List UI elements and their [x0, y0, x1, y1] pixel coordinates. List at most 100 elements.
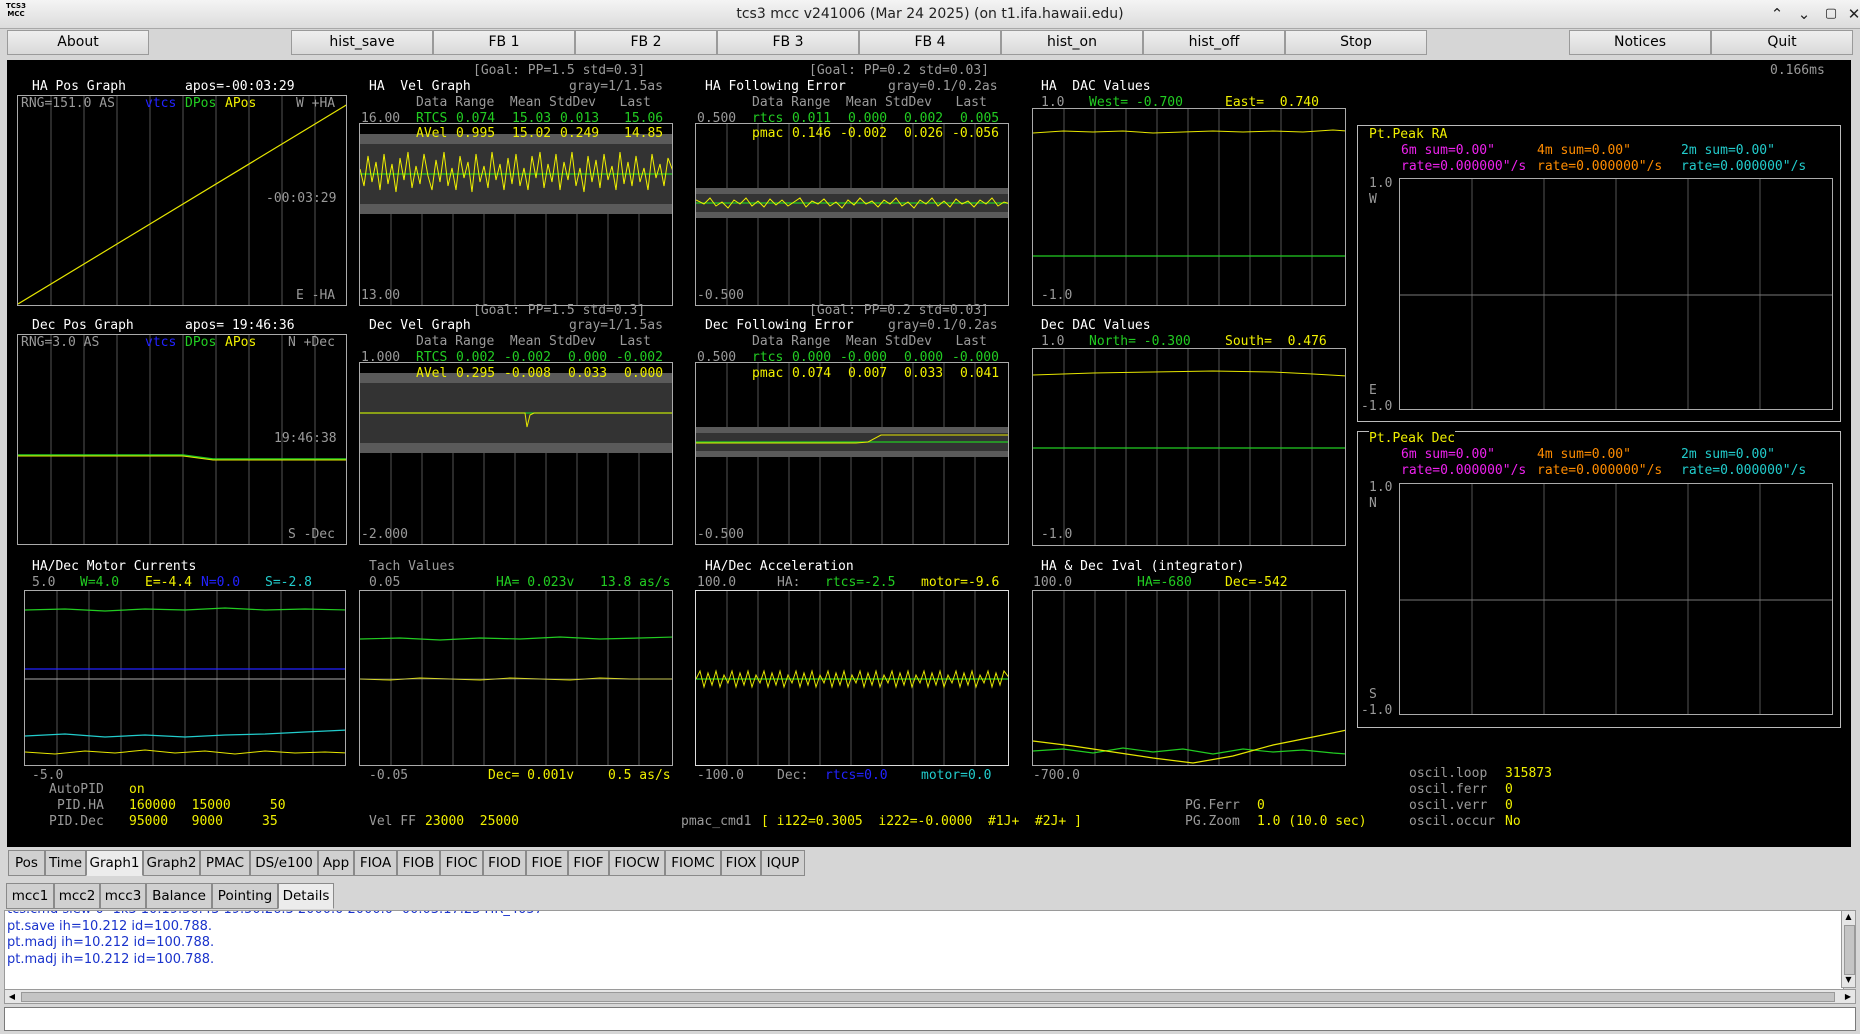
tab-fiox[interactable]: FIOX	[721, 850, 761, 876]
tab-fiof[interactable]: FIOF	[568, 850, 609, 876]
peak-ra-ymin: -1.0	[1361, 399, 1393, 414]
motor-w: W=4.0	[80, 575, 120, 590]
dec-ferr-header: Data Range Mean StdDev Last	[752, 334, 987, 349]
ival-ha: HA=-680	[1137, 575, 1192, 590]
oscil-verr-label: oscil.verr	[1409, 798, 1488, 813]
tach-dec: Dec= 0.001v	[488, 768, 575, 783]
stop-button[interactable]: Stop	[1285, 30, 1427, 55]
tab-pmac[interactable]: PMAC	[200, 850, 250, 876]
tab-graph2[interactable]: Graph2	[143, 850, 200, 876]
dec-dac-ymax: 1.0	[1041, 334, 1065, 349]
pid-ha-value: 160000 15000 50	[129, 798, 286, 813]
close-icon[interactable]: ✕	[1843, 4, 1860, 24]
dec-vel-title: Dec Vel Graph	[369, 318, 471, 333]
tab-pointing[interactable]: Pointing	[212, 883, 278, 909]
tab-fioc[interactable]: FIOC	[440, 850, 483, 876]
ha-vel-header: Data Range Mean StdDev Last	[416, 95, 651, 110]
autopid-label: AutoPID	[49, 782, 104, 797]
ha-pos-apos: apos=-00:03:29	[185, 79, 295, 94]
autopid-value: on	[129, 782, 145, 797]
velff-label: Vel FF	[369, 814, 416, 829]
tab-app[interactable]: App	[318, 850, 354, 876]
scroll-right-icon[interactable]: ▶	[1842, 990, 1854, 1003]
ha-ferr-header: Data Range Mean StdDev Last	[752, 95, 987, 110]
dec-vel-svg	[360, 373, 672, 544]
dec-dac-ymin: -1.0	[1041, 527, 1073, 542]
scrollbar-thumb[interactable]	[1844, 925, 1855, 975]
log-line: pt.madj ih=10.212 id=100.788.	[7, 951, 215, 967]
dec-vel-avel-last: 0.000	[624, 366, 664, 381]
ha-vel-plot	[359, 123, 673, 306]
tab-details[interactable]: Details	[278, 883, 334, 909]
command-input[interactable]	[4, 1007, 1856, 1031]
scrollbar-thumb-horizontal[interactable]	[21, 992, 1835, 1002]
ha-pos-range: RNG=151.0 AS	[21, 96, 115, 111]
ha-pos-legend-dpos: DPos	[185, 96, 217, 111]
fb1-button[interactable]: FB 1	[433, 30, 575, 55]
tab-balance[interactable]: Balance	[146, 883, 212, 909]
quit-button[interactable]: Quit	[1711, 30, 1853, 55]
chevron-up-icon[interactable]: ⌃	[1766, 4, 1788, 24]
peak-dec-bottom-label: S	[1369, 687, 1377, 702]
tab-fiocw[interactable]: FIOCW	[609, 850, 665, 876]
log-output[interactable]: tcs.cmd slew 0 -1k3 10.19.56.43 19.50.26…	[4, 910, 1844, 990]
chevron-down-icon[interactable]: ⌄	[1793, 4, 1815, 24]
tab-fiod[interactable]: FIOD	[483, 850, 526, 876]
tab-fioa[interactable]: FIOA	[354, 850, 397, 876]
tach-dec-rate: 0.5 as/s	[608, 768, 671, 783]
ha-vel-avel-mean: 15.02	[512, 126, 552, 141]
peak-dec-6m-rate: rate=0.000000"/s	[1401, 463, 1527, 478]
tab-pos[interactable]: Pos	[8, 850, 45, 876]
maximize-icon[interactable]: ▢	[1820, 4, 1842, 24]
tach-ymax: 0.05	[369, 575, 401, 590]
hist-off-button[interactable]: hist_off	[1143, 30, 1285, 55]
log-horizontal-scrollbar[interactable]: ◀ ▶	[4, 989, 1856, 1004]
ha-vel-goal: [Goal: PP=1.5 std=0.3]	[473, 63, 646, 78]
tab-fiob[interactable]: FIOB	[397, 850, 440, 876]
ha-ferr-ymin: -0.500	[697, 288, 744, 303]
tab-mcc1[interactable]: mcc1	[6, 883, 54, 909]
motor-title: HA/Dec Motor Currents	[32, 559, 197, 574]
fb3-button[interactable]: FB 3	[717, 30, 859, 55]
tab-graph1[interactable]: Graph1	[86, 850, 143, 876]
tach-ha-rate: 13.8 as/s	[600, 575, 671, 590]
fb4-button[interactable]: FB 4	[859, 30, 1001, 55]
hist-on-button[interactable]: hist_on	[1001, 30, 1143, 55]
ival-ymin: -700.0	[1033, 768, 1080, 783]
scroll-up-icon[interactable]: ▲	[1843, 911, 1854, 923]
dec-pos-title: Dec Pos Graph	[32, 318, 134, 333]
accel-dec-label: Dec:	[777, 768, 809, 783]
fb2-button[interactable]: FB 2	[575, 30, 717, 55]
dec-dac-title: Dec DAC Values	[1041, 318, 1151, 333]
tab-ds-e100[interactable]: DS/e100	[250, 850, 318, 876]
ha-pos-top-label: W +HA	[296, 96, 336, 111]
accel-dec-motor: motor=0.0	[921, 768, 992, 783]
tab-mcc2[interactable]: mcc2	[54, 883, 100, 909]
oscil-loop-label: oscil.loop	[1409, 766, 1488, 781]
peak-dec-6m-sum: 6m sum=0.00"	[1401, 447, 1495, 462]
notices-button[interactable]: Notices	[1569, 30, 1711, 55]
dec-vel-avel-std: 0.033	[568, 366, 608, 381]
scroll-left-icon[interactable]: ◀	[6, 990, 18, 1003]
dec-ferr-svg	[696, 363, 1008, 544]
peak-dec-plot	[1399, 483, 1833, 715]
peak-ra-2m-rate: rate=0.000000"/s	[1681, 159, 1807, 174]
dec-ferr-ymin: -0.500	[697, 527, 744, 542]
peak-dec-title: Pt.Peak Dec	[1369, 431, 1456, 446]
ha-vel-title: HA Vel Graph	[369, 79, 471, 94]
log-vertical-scrollbar[interactable]: ▲ ▼	[1841, 910, 1856, 988]
motor-n: N=0.0	[201, 575, 241, 590]
tab-fioe[interactable]: FIOE	[526, 850, 568, 876]
hist-save-button[interactable]: hist_save	[291, 30, 433, 55]
scroll-down-icon[interactable]: ▼	[1843, 974, 1854, 986]
accel-ymax: 100.0	[697, 575, 737, 590]
peak-ra-title: Pt.Peak RA	[1369, 127, 1448, 142]
dec-ferr-pmac-last: 0.041	[960, 366, 1000, 381]
tab-mcc3[interactable]: mcc3	[100, 883, 146, 909]
tab-time[interactable]: Time	[45, 850, 86, 876]
tab-iqup[interactable]: IQUP	[761, 850, 805, 876]
ha-ferr-pmac-range: 0.146	[792, 126, 832, 141]
accel-ha-motor: motor=-9.6	[921, 575, 1000, 590]
about-button[interactable]: About	[7, 30, 149, 55]
tab-fiomc[interactable]: FIOMC	[665, 850, 721, 876]
